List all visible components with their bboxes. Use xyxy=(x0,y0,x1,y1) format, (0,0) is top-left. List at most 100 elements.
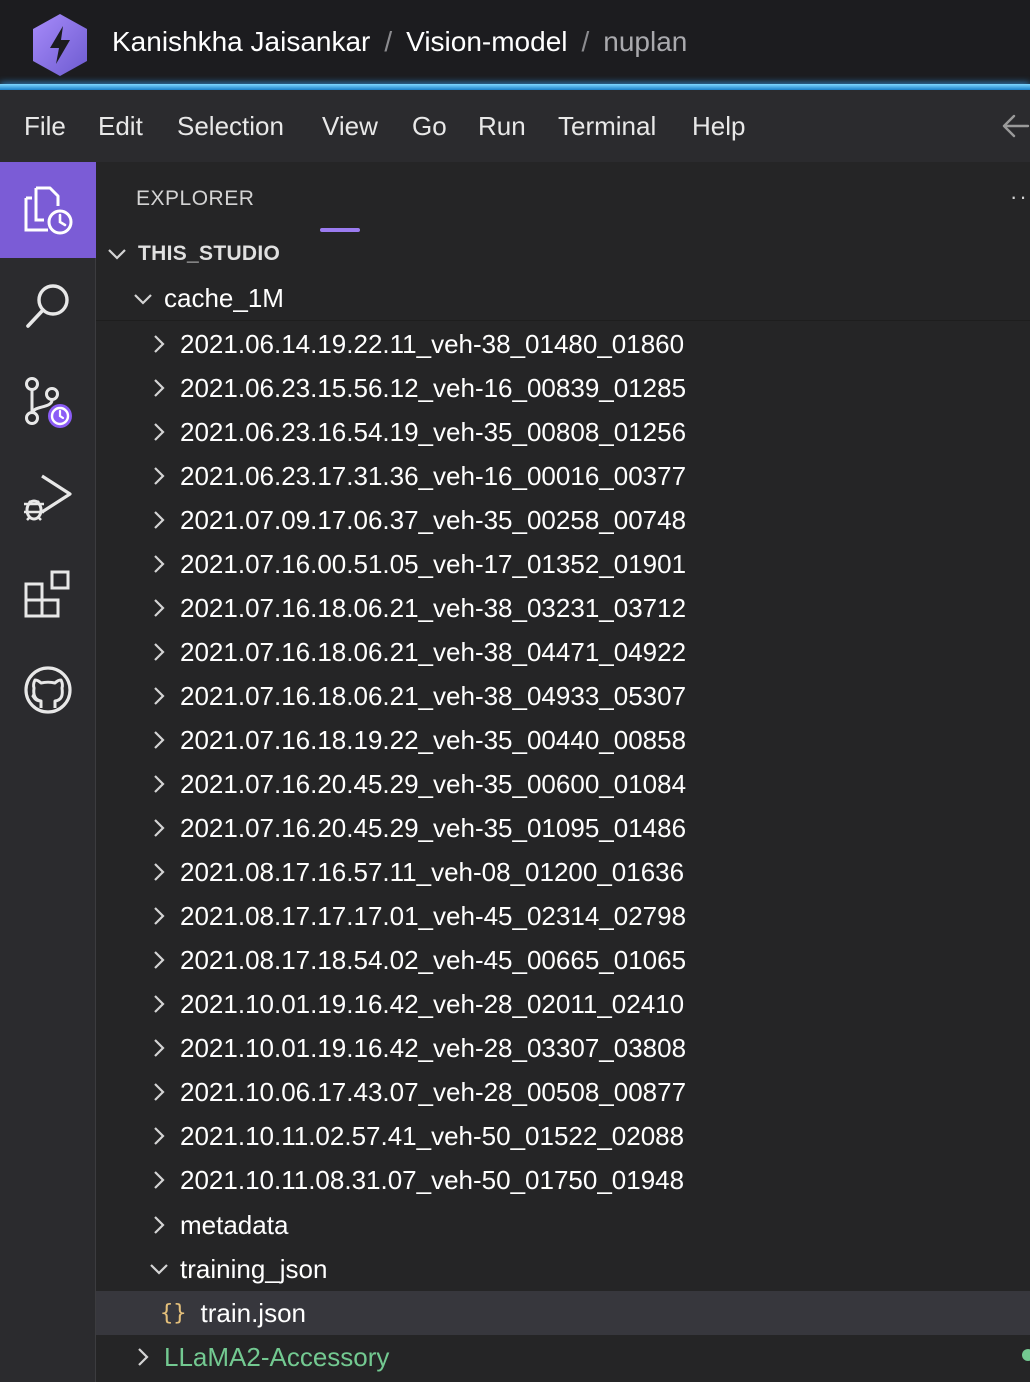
folder-label: 2021.10.11.02.57.41_veh-50_01522_02088 xyxy=(180,1120,685,1151)
activity-source-control[interactable] xyxy=(0,356,96,452)
arrow-left-icon[interactable] xyxy=(1000,112,1030,140)
activity-github[interactable] xyxy=(0,642,96,738)
menu-help[interactable]: Help xyxy=(692,111,745,142)
list-item[interactable]: 2021.06.23.16.54.19_veh-35_00808_01256 xyxy=(96,410,1030,454)
menu-run[interactable]: Run xyxy=(478,111,526,142)
chevron-right-icon xyxy=(154,423,165,441)
chevron-down-icon xyxy=(150,1264,168,1275)
modified-indicator xyxy=(1022,1349,1030,1361)
explorer-title: EXPLORER xyxy=(136,187,255,210)
chevron-right-icon xyxy=(154,819,165,837)
list-item[interactable]: 2021.06.14.19.22.11_veh-38_01480_01860 xyxy=(96,322,1030,366)
menu-selection[interactable]: Selection xyxy=(177,111,284,142)
chevron-right-icon xyxy=(154,907,165,925)
chevron-right-icon xyxy=(154,1127,165,1145)
title-bar: Kanishkha Jaisankar / Vision-model / nup… xyxy=(0,0,1030,86)
activity-extensions[interactable] xyxy=(0,546,96,642)
extensions-icon xyxy=(24,570,70,618)
folder-label: cache_1M xyxy=(164,283,284,313)
chevron-right-icon xyxy=(154,687,165,705)
folder-training-json[interactable]: training_json xyxy=(96,1247,1030,1291)
chevron-right-icon xyxy=(154,1039,165,1057)
chevron-right-icon xyxy=(154,599,165,617)
activity-search[interactable] xyxy=(0,258,96,354)
list-item[interactable]: 2021.08.17.18.54.02_veh-45_00665_01065 xyxy=(96,938,1030,982)
activity-run-debug[interactable] xyxy=(0,450,96,546)
section-label: THIS_STUDIO xyxy=(138,242,281,265)
menu-file[interactable]: File xyxy=(24,111,66,142)
folder-label: 2021.07.16.18.06.21_veh-38_03231_03712 xyxy=(180,592,687,623)
folder-label: 2021.08.17.17.17.01_veh-45_02314_02798 xyxy=(180,900,687,931)
list-item[interactable]: 2021.07.16.18.19.22_veh-35_00440_00858 xyxy=(96,718,1030,762)
folder-label: 2021.06.23.15.56.12_veh-16_00839_01285 xyxy=(180,372,687,403)
explorer-icon xyxy=(24,186,73,235)
list-item[interactable]: 2021.07.09.17.06.37_veh-35_00258_00748 xyxy=(96,498,1030,542)
lightning-hexagon-icon[interactable] xyxy=(30,12,90,78)
folder-label: 2021.07.16.00.51.05_veh-17_01352_01901 xyxy=(180,548,687,579)
chevron-right-icon xyxy=(154,555,165,573)
menu-bar: File Edit Selection View Go Run Terminal… xyxy=(0,90,1030,162)
list-item[interactable]: 2021.07.16.18.06.21_veh-38_04933_05307 xyxy=(96,674,1030,718)
chevron-right-icon xyxy=(154,863,165,881)
list-item[interactable]: 2021.10.06.17.43.07_veh-28_00508_00877 xyxy=(96,1070,1030,1114)
list-item[interactable]: 2021.07.16.20.45.29_veh-35_00600_01084 xyxy=(96,762,1030,806)
section-this-studio[interactable]: THIS_STUDIO xyxy=(96,232,1030,276)
more-actions-icon[interactable]: ·· xyxy=(1010,184,1029,210)
list-item[interactable]: 2021.06.23.15.56.12_veh-16_00839_01285 xyxy=(96,366,1030,410)
folder-llama2-accessory[interactable]: LLaMA2-Accessory xyxy=(96,1335,1030,1379)
folder-label: 2021.07.16.18.06.21_veh-38_04471_04922 xyxy=(180,636,687,667)
menu-view[interactable]: View xyxy=(322,111,378,142)
folder-label: training_json xyxy=(180,1253,328,1284)
explorer-panel: EXPLORER ·· THIS_STUDIO cache_1M 2021.06… xyxy=(96,162,1030,1382)
list-item[interactable]: 2021.08.17.17.17.01_veh-45_02314_02798 xyxy=(96,894,1030,938)
list-item[interactable]: 2021.07.16.18.06.21_veh-38_04471_04922 xyxy=(96,630,1030,674)
folder-label: 2021.10.06.17.43.07_veh-28_00508_00877 xyxy=(180,1076,687,1107)
list-item[interactable]: 2021.07.16.18.06.21_veh-38_03231_03712 xyxy=(96,586,1030,630)
chevron-right-icon xyxy=(154,951,165,969)
list-item[interactable]: 2021.08.17.16.57.11_veh-08_01200_01636 xyxy=(96,850,1030,894)
folder-label: 2021.06.23.16.54.19_veh-35_00808_01256 xyxy=(180,416,687,447)
menu-terminal[interactable]: Terminal xyxy=(558,111,656,142)
chevron-right-icon xyxy=(154,775,165,793)
list-item[interactable]: 2021.07.16.00.51.05_veh-17_01352_01901 xyxy=(96,542,1030,586)
breadcrumb-separator: / xyxy=(581,26,590,57)
folder-label: 2021.10.01.19.16.42_veh-28_03307_03808 xyxy=(180,1032,687,1063)
chevron-right-icon xyxy=(154,731,165,749)
search-icon xyxy=(26,284,69,328)
folder-label: 2021.07.16.20.45.29_veh-35_01095_01486 xyxy=(180,812,687,843)
folder-metadata[interactable]: metadata xyxy=(96,1203,1030,1247)
folder-cache-1m[interactable]: cache_1M xyxy=(96,277,1030,321)
folder-label: LLaMA2-Accessory xyxy=(164,1341,390,1372)
folder-label: 2021.10.11.08.31.07_veh-50_01750_01948 xyxy=(180,1164,685,1195)
chevron-right-icon xyxy=(154,379,165,397)
menu-edit[interactable]: Edit xyxy=(98,111,143,142)
menu-go[interactable]: Go xyxy=(412,111,447,142)
chevron-down-icon xyxy=(108,249,126,260)
list-item[interactable]: 2021.10.11.08.31.07_veh-50_01750_01948 xyxy=(96,1158,1030,1202)
chevron-right-icon xyxy=(154,1083,165,1101)
source-control-icon xyxy=(25,377,72,428)
file-label: train.json xyxy=(200,1297,307,1328)
chevron-right-icon xyxy=(154,995,165,1013)
activity-bar xyxy=(0,162,96,1382)
breadcrumb-project[interactable]: Vision-model xyxy=(406,26,567,58)
chevron-right-icon xyxy=(154,643,165,661)
folder-label: 2021.06.14.19.22.11_veh-38_01480_01860 xyxy=(180,328,685,359)
list-item[interactable]: 2021.10.11.02.57.41_veh-50_01522_02088 xyxy=(96,1114,1030,1158)
folder-label: 2021.10.01.19.16.42_veh-28_02011_02410 xyxy=(180,988,685,1019)
chevron-right-icon xyxy=(154,467,165,485)
folder-label: 2021.06.23.17.31.36_veh-16_00016_00377 xyxy=(180,460,687,491)
breadcrumb-studio[interactable]: nuplan xyxy=(603,26,687,58)
folder-label: 2021.08.17.16.57.11_veh-08_01200_01636 xyxy=(180,856,685,887)
folder-label: 2021.07.16.18.19.22_veh-35_00440_00858 xyxy=(180,724,687,755)
list-item[interactable]: 2021.10.01.19.16.42_veh-28_02011_02410 xyxy=(96,982,1030,1026)
list-item[interactable]: 2021.07.16.20.45.29_veh-35_01095_01486 xyxy=(96,806,1030,850)
activity-explorer[interactable] xyxy=(0,162,96,258)
breadcrumb-user[interactable]: Kanishkha Jaisankar xyxy=(112,26,370,58)
file-train-json[interactable]: {} train.json xyxy=(96,1291,1030,1335)
list-item[interactable]: 2021.10.01.19.16.42_veh-28_03307_03808 xyxy=(96,1026,1030,1070)
folder-label: 2021.07.16.18.06.21_veh-38_04933_05307 xyxy=(180,680,687,711)
chevron-right-icon xyxy=(154,1216,165,1234)
list-item[interactable]: 2021.06.23.17.31.36_veh-16_00016_00377 xyxy=(96,454,1030,498)
breadcrumb: Kanishkha Jaisankar / Vision-model / nup… xyxy=(112,26,687,58)
